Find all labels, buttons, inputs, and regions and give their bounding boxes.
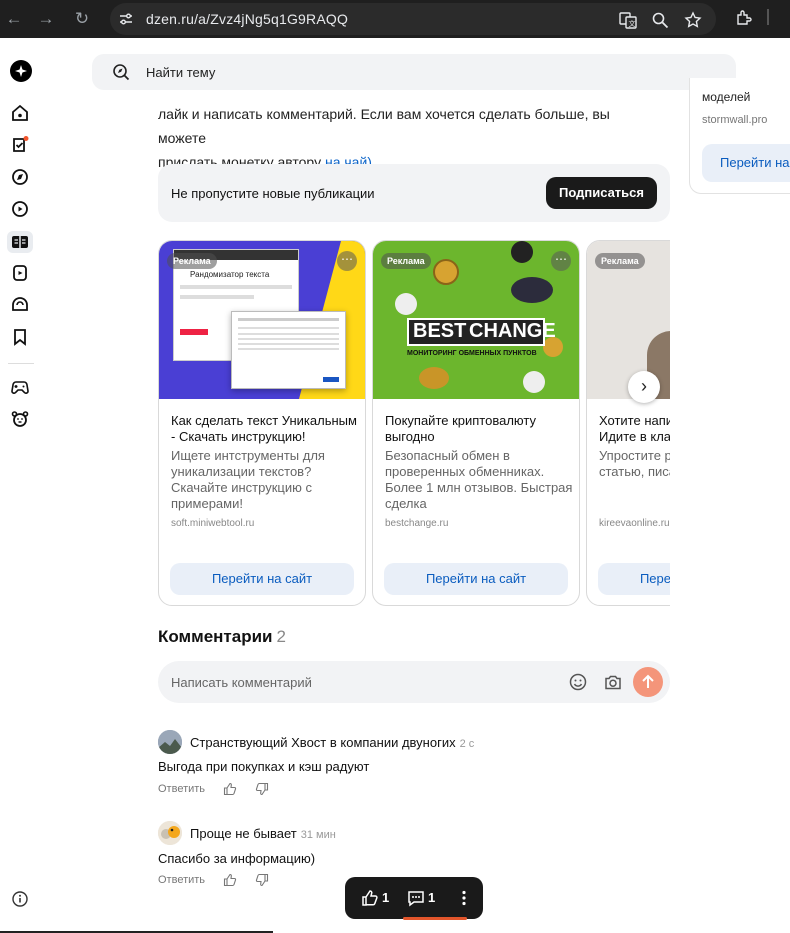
subscribe-banner: Не пропустите новые публикации Подписать… xyxy=(158,164,670,222)
ad-image-caption: МОНИТОРИНГ ОБМЕННЫХ ПУНКТОВ xyxy=(407,350,537,357)
thumbs-up-icon[interactable] xyxy=(223,873,237,887)
ad-image: BEST CHANGE МОНИТОРИНГ ОБМЕННЫХ ПУНКТОВ … xyxy=(373,241,579,399)
article-action-bar: 1 1 xyxy=(345,877,483,920)
ad-description: Упростите работу: написать статью, писат… xyxy=(599,448,670,479)
ad-title[interactable]: Покупайте криптовалюту выгодно xyxy=(385,413,573,445)
comment-input[interactable]: Написать комментарий xyxy=(158,661,670,703)
compass-search-icon xyxy=(112,63,130,81)
ad-badge: Реклама xyxy=(381,253,431,269)
like-icon[interactable] xyxy=(361,889,379,907)
ad-image-brand: BEST xyxy=(413,320,467,342)
extensions-icon[interactable] xyxy=(735,9,753,31)
home-icon[interactable] xyxy=(10,103,30,123)
ad-description: Ищете интструменты для уникализации текс… xyxy=(171,448,325,511)
ad-image: Реклама xyxy=(587,241,670,399)
ad-description: Безопасный обмен в проверенных обменника… xyxy=(385,448,573,511)
reload-button[interactable]: ↻ xyxy=(72,9,92,29)
comments-title: Комментарии xyxy=(158,627,273,646)
ad-domain: soft.miniwebtool.ru xyxy=(171,518,255,529)
bookmark-star-icon[interactable] xyxy=(684,11,702,29)
toolbar-divider xyxy=(767,9,769,25)
browser-toolbar: ← → ↻ dzen.ru/a/Zvz4jNg5q1G9RAQQ 文 xyxy=(0,0,790,38)
comment-text: Спасибо за информацию) xyxy=(158,851,316,866)
ad-card[interactable]: BEST CHANGE МОНИТОРИНГ ОБМЕННЫХ ПУНКТОВ … xyxy=(372,240,580,606)
camera-icon[interactable] xyxy=(603,672,623,692)
zoom-icon[interactable] xyxy=(651,11,669,29)
action-bar-indicator xyxy=(403,917,467,920)
more-vertical-icon[interactable] xyxy=(455,889,473,907)
forward-button[interactable]: → xyxy=(36,9,56,29)
comment-placeholder[interactable]: Написать комментарий xyxy=(171,675,312,690)
ad-go-button[interactable]: Перейти на сайт xyxy=(598,563,670,595)
send-comment-button[interactable] xyxy=(633,667,663,697)
bookmarks-icon[interactable] xyxy=(10,327,30,347)
ad-title[interactable]: Как сделать текст Уникальным - Скачать и… xyxy=(171,413,359,445)
emoji-icon[interactable] xyxy=(568,672,588,692)
ad-badge: Реклама xyxy=(167,253,217,269)
side-ad-domain: stormwall.pro xyxy=(702,114,768,126)
subscribe-button[interactable]: Подписаться xyxy=(545,177,657,209)
articles-icon[interactable] xyxy=(7,231,33,253)
explore-icon[interactable] xyxy=(10,167,30,187)
side-ad-go-button[interactable]: Перейти на с xyxy=(702,144,790,182)
comment-time: 2 с xyxy=(459,738,475,750)
comment-text: Выгода при покупках и кэш радуют xyxy=(158,759,370,774)
reply-button[interactable]: Ответить xyxy=(158,783,205,795)
site-settings-icon[interactable] xyxy=(118,11,134,27)
shorts-icon[interactable] xyxy=(10,263,30,283)
info-icon[interactable] xyxy=(12,891,28,907)
kids-bear-icon[interactable] xyxy=(10,409,30,429)
subscriptions-icon[interactable] xyxy=(10,135,30,155)
ad-domain: kireevaonline.ru xyxy=(599,518,670,529)
comments-count-button[interactable]: 1 xyxy=(428,890,435,905)
ad-badge: Реклама xyxy=(595,253,645,269)
comment-author-name[interactable]: Странствующий Хвост в компании двуногих xyxy=(190,735,456,750)
subscribe-label: Не пропустите новые публикации xyxy=(171,186,375,201)
comment-author[interactable]: Проще не бывает 31 мин xyxy=(190,826,336,841)
ad-carousel: Рандомизатор текста Реклама ⋯ Как сделат… xyxy=(158,240,670,606)
ad-domain: bestchange.ru xyxy=(385,518,449,529)
comments-icon[interactable] xyxy=(407,889,425,907)
avatar[interactable] xyxy=(158,821,182,845)
ad-go-button[interactable]: Перейти на сайт xyxy=(170,563,354,595)
carousel-next-button[interactable]: › xyxy=(628,371,660,403)
ad-go-button[interactable]: Перейти на сайт xyxy=(384,563,568,595)
topic-search[interactable]: Найти тему xyxy=(92,54,736,90)
ad-more-icon[interactable]: ⋯ xyxy=(551,251,571,271)
left-sidebar xyxy=(0,38,42,933)
comment-author-name[interactable]: Проще не бывает xyxy=(190,826,297,841)
ad-card[interactable]: Рандомизатор текста Реклама ⋯ Как сделат… xyxy=(158,240,366,606)
ad-more-icon[interactable]: ⋯ xyxy=(337,251,357,271)
side-ad-title-fragment: моделей xyxy=(702,90,751,104)
sidebar-divider xyxy=(8,363,34,364)
games-hub-icon[interactable] xyxy=(10,295,30,315)
ad-card[interactable]: Реклама Хотите написать статью? Идите в … xyxy=(586,240,670,606)
gamepad-icon[interactable] xyxy=(10,377,30,397)
dzen-logo-icon[interactable] xyxy=(10,60,32,82)
ad-image-brand: CHANGE xyxy=(469,320,556,342)
thumbs-down-icon[interactable] xyxy=(255,782,269,796)
url-text[interactable]: dzen.ru/a/Zvz4jNg5q1G9RAQQ xyxy=(146,11,348,27)
ad-image: Рандомизатор текста Реклама ⋯ xyxy=(159,241,365,399)
back-button[interactable]: ← xyxy=(4,9,24,29)
comment-time: 31 мин xyxy=(300,829,336,841)
reply-button[interactable]: Ответить xyxy=(158,874,205,886)
side-ad-card: моделей stormwall.pro Перейти на с xyxy=(689,78,790,194)
thumbs-up-icon[interactable] xyxy=(223,782,237,796)
translate-icon[interactable]: 文 xyxy=(619,11,637,29)
avatar[interactable] xyxy=(158,730,182,754)
ad-image-caption: Рандомизатор текста xyxy=(190,270,270,279)
ad-title[interactable]: Хотите написать статью? Идите в класс 0₽ xyxy=(599,413,670,445)
video-icon[interactable] xyxy=(10,199,30,219)
svg-text:文: 文 xyxy=(629,19,636,28)
comments-count: 2 xyxy=(276,627,286,646)
search-placeholder[interactable]: Найти тему xyxy=(146,65,215,80)
address-bar[interactable]: dzen.ru/a/Zvz4jNg5q1G9RAQQ 文 xyxy=(110,3,716,35)
thumbs-down-icon[interactable] xyxy=(255,873,269,887)
comments-heading: Комментарии 2 xyxy=(158,627,286,647)
comment-author[interactable]: Странствующий Хвост в компании двуногих 2… xyxy=(190,735,474,750)
like-count[interactable]: 1 xyxy=(382,890,389,905)
article-line: лайк и написать комментарий. Если вам хо… xyxy=(158,106,610,146)
